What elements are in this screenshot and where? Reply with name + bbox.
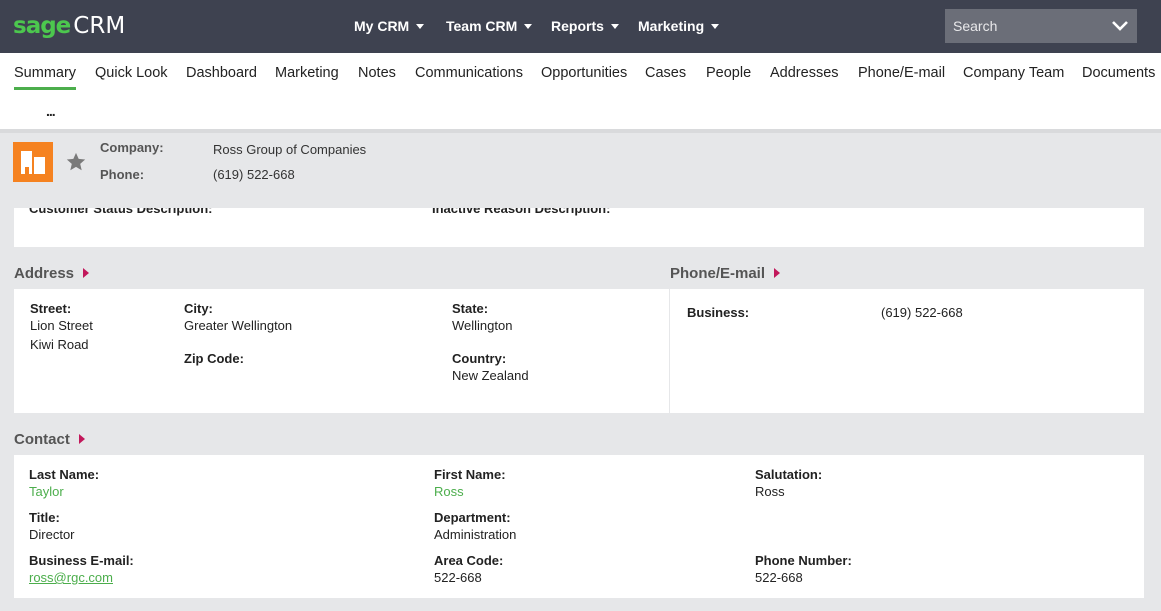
country-label: Country: (452, 351, 507, 366)
top-bar: sage CRM My CRM Team CRM Reports Marketin… (0, 0, 1161, 53)
nav-reports[interactable]: Reports (551, 18, 619, 36)
logo-crm-text: CRM (73, 13, 126, 39)
tab-dashboard[interactable]: Dashboard (186, 65, 257, 81)
contact-panel: Last Name: Taylor First Name: Ross Salut… (14, 455, 1144, 598)
city-value: Greater Wellington (184, 318, 293, 333)
title-label: Title: (29, 510, 60, 525)
section-arrow-icon (83, 268, 90, 278)
title-value: Director (29, 527, 75, 542)
tab-quick-look[interactable]: Quick Look (95, 65, 168, 81)
caret-down-icon (610, 24, 619, 29)
tab-opportunities[interactable]: Opportunities (541, 65, 627, 81)
tab-summary[interactable]: Summary (14, 65, 77, 90)
phone-email-title-text: Phone/E-mail (670, 265, 766, 282)
inactive-reason-label: Inactive Reason Description: (432, 208, 611, 216)
salutation-value: Ross (755, 484, 785, 499)
phone-label: Phone: (100, 167, 145, 182)
department-label: Department: (434, 510, 511, 525)
tab-company-team[interactable]: Company Team (963, 65, 1064, 81)
nav-my-crm-label: My CRM (354, 18, 410, 34)
phone-value: (619) 522-668 (213, 167, 295, 182)
contact-title-text: Contact (14, 431, 70, 448)
last-name-value[interactable]: Taylor (29, 484, 64, 499)
customer-status-label: Customer Status Description: (29, 208, 213, 216)
street-line1: Lion Street (30, 318, 93, 333)
search-box (945, 9, 1137, 43)
address-title-text: Address (14, 265, 75, 282)
first-name-value[interactable]: Ross (434, 484, 464, 499)
street-label: Street: (30, 301, 72, 316)
country-value: New Zealand (452, 368, 529, 383)
state-label: State: (452, 301, 489, 316)
tab-communications[interactable]: Communications (415, 65, 523, 81)
more-tabs-button[interactable]: ... (46, 103, 56, 119)
caret-down-icon (711, 24, 720, 29)
phone-email-panel: Business: (619) 522-668 (670, 289, 1144, 413)
nav-marketing-label: Marketing (638, 18, 705, 34)
phone-email-section-title[interactable]: Phone/E-mail (670, 265, 781, 282)
city-label: City: (184, 301, 213, 316)
chevron-down-icon[interactable] (1111, 18, 1129, 34)
contact-section-title[interactable]: Contact (14, 431, 85, 448)
nav-marketing[interactable]: Marketing (638, 18, 720, 36)
section-arrow-icon (78, 434, 85, 444)
business-email-label: Business E-mail: (29, 553, 134, 568)
phone-number-value: 522-668 (755, 570, 803, 585)
caret-down-icon (416, 24, 425, 29)
business-phone-value: (619) 522-668 (881, 305, 963, 320)
business-email-link[interactable]: ross@rgc.com (29, 570, 113, 585)
tab-people[interactable]: People (706, 65, 751, 81)
status-panel: Customer Status Description: Inactive Re… (14, 208, 1144, 247)
sage-crm-logo[interactable]: sage CRM (13, 12, 125, 40)
nav-reports-label: Reports (551, 18, 604, 34)
salutation-label: Salutation: (755, 467, 823, 482)
section-arrow-icon (774, 268, 781, 278)
nav-team-crm-label: Team CRM (446, 18, 518, 34)
street-line2: Kiwi Road (30, 337, 89, 352)
department-value: Administration (434, 527, 517, 542)
caret-down-icon (524, 24, 533, 29)
tab-documents[interactable]: Documents (1082, 65, 1155, 81)
tab-cases[interactable]: Cases (645, 65, 686, 81)
search-input[interactable] (945, 9, 1105, 43)
company-label: Company: (100, 140, 164, 155)
tab-marketing[interactable]: Marketing (275, 65, 339, 81)
building-icon (13, 142, 53, 182)
address-section-title[interactable]: Address (14, 265, 90, 282)
business-label: Business: (687, 305, 750, 320)
logo-sage-text: sage (13, 13, 71, 39)
area-code-label: Area Code: (434, 553, 504, 568)
tab-phone-email[interactable]: Phone/E-mail (858, 65, 945, 81)
tab-bar: Summary Quick Look Dashboard Marketing N… (0, 53, 1161, 133)
tab-notes[interactable]: Notes (358, 65, 396, 81)
area-code-value: 522-668 (434, 570, 482, 585)
address-panel: Street: Lion Street Kiwi Road City: Grea… (14, 289, 669, 413)
zip-code-label: Zip Code: (184, 351, 244, 366)
first-name-label: First Name: (434, 467, 506, 482)
nav-team-crm[interactable]: Team CRM (446, 18, 533, 36)
star-icon[interactable] (65, 151, 87, 173)
state-value: Wellington (452, 318, 513, 333)
nav-my-crm[interactable]: My CRM (354, 18, 425, 36)
phone-number-label: Phone Number: (755, 553, 852, 568)
tab-addresses[interactable]: Addresses (770, 65, 839, 81)
company-value: Ross Group of Companies (213, 142, 367, 157)
last-name-label: Last Name: (29, 467, 100, 482)
